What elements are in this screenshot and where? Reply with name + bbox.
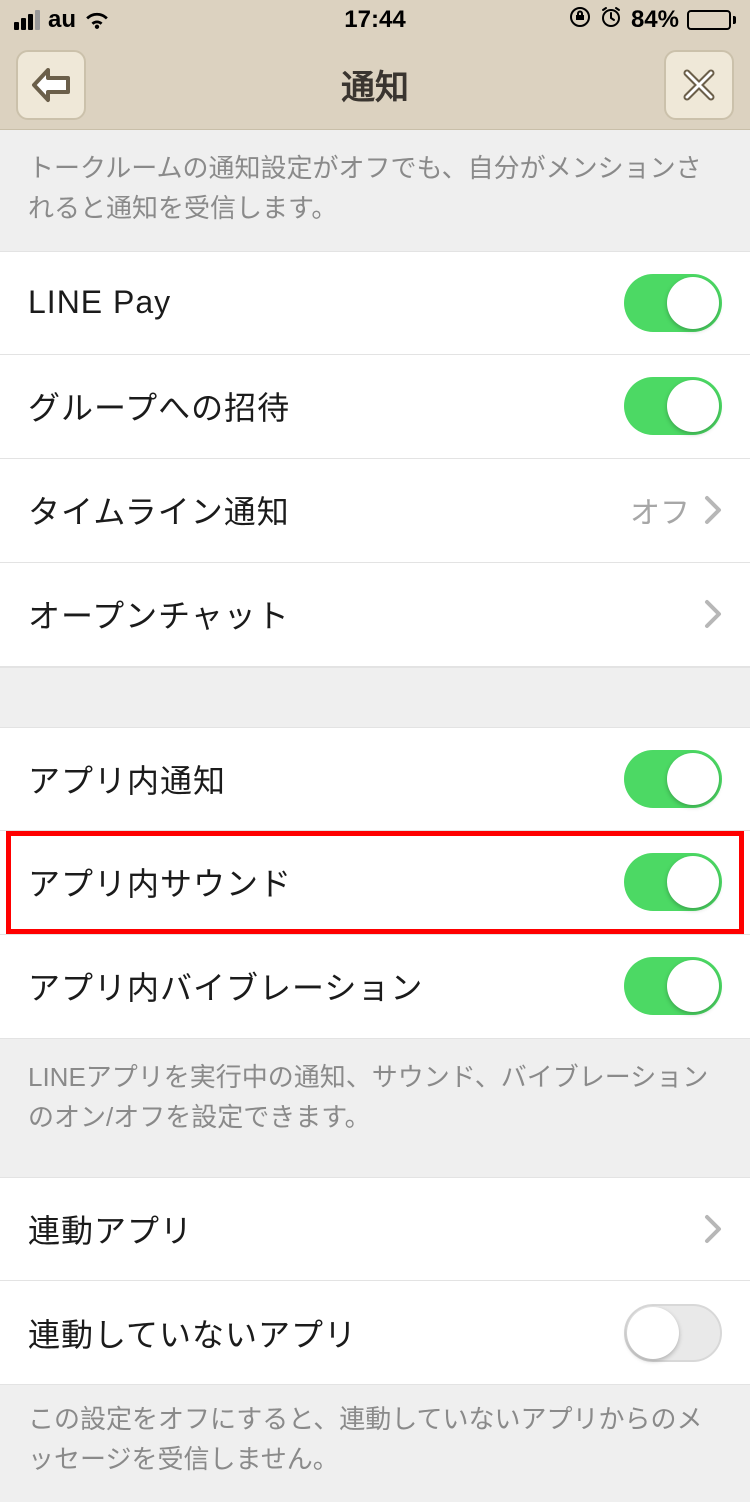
row-line-pay[interactable]: LINE Pay <box>0 251 750 355</box>
row-timeline[interactable]: タイムライン通知 オフ <box>0 459 750 563</box>
alarm-icon <box>599 5 623 36</box>
back-button[interactable] <box>16 50 86 120</box>
orientation-lock-icon <box>569 6 591 35</box>
toggle-unlinked-apps[interactable] <box>624 1304 722 1362</box>
row-label: アプリ内バイブレーション <box>28 963 423 1009</box>
row-label: オープンチャット <box>28 591 290 637</box>
row-label: タイムライン通知 <box>28 487 290 533</box>
row-linked-apps[interactable]: 連動アプリ <box>0 1177 750 1281</box>
wifi-icon <box>84 10 110 30</box>
settings-group-3: 連動アプリ 連動していないアプリ <box>0 1177 750 1385</box>
clock: 17:44 <box>344 6 405 34</box>
settings-group-1: LINE Pay グループへの招待 タイムライン通知 オフ オープンチャット <box>0 251 750 667</box>
section-desc: この設定をオフにすると、連動していないアプリからのメッセージを受信しません。 <box>0 1385 750 1502</box>
row-inapp-notif[interactable]: アプリ内通知 <box>0 727 750 831</box>
row-label: 連動していないアプリ <box>28 1310 357 1356</box>
chevron-right-icon <box>704 495 722 525</box>
row-value: オフ <box>630 488 690 532</box>
row-label: LINE Pay <box>28 284 171 321</box>
section-gap <box>0 1159 750 1177</box>
row-label: 連動アプリ <box>28 1206 193 1252</box>
row-openchat[interactable]: オープンチャット <box>0 563 750 667</box>
close-icon <box>681 67 717 103</box>
battery-pct: 84% <box>631 6 679 34</box>
settings-group-2: アプリ内通知 アプリ内サウンド アプリ内バイブレーション <box>0 727 750 1039</box>
section-desc: LINEアプリを実行中の通知、サウンド、バイブレーションのオン/オフを設定できま… <box>0 1039 750 1160</box>
section-gap <box>0 667 750 727</box>
row-unlinked-apps[interactable]: 連動していないアプリ <box>0 1281 750 1385</box>
chevron-right-icon <box>704 1214 722 1244</box>
toggle-inapp-notif[interactable] <box>624 750 722 808</box>
toggle-group-invite[interactable] <box>624 377 722 435</box>
toggle-inapp-sound[interactable] <box>624 853 722 911</box>
toggle-inapp-vibration[interactable] <box>624 957 722 1015</box>
page-title: 通知 <box>341 60 409 109</box>
row-group-invite[interactable]: グループへの招待 <box>0 355 750 459</box>
carrier-label: au <box>48 6 76 34</box>
row-label: アプリ内通知 <box>28 756 226 802</box>
toggle-line-pay[interactable] <box>624 274 722 332</box>
signal-icon <box>14 10 40 30</box>
chevron-right-icon <box>704 599 722 629</box>
close-button[interactable] <box>664 50 734 120</box>
back-arrow-icon <box>30 66 72 104</box>
section-desc: トークルームの通知設定がオフでも、自分がメンションされると通知を受信します。 <box>0 130 750 251</box>
nav-bar: 通知 <box>0 40 750 130</box>
row-label: アプリ内サウンド <box>28 859 292 905</box>
row-inapp-vibration[interactable]: アプリ内バイブレーション <box>0 935 750 1039</box>
battery-icon <box>687 10 736 30</box>
status-bar: au 17:44 84% <box>0 0 750 40</box>
row-label: グループへの招待 <box>28 383 290 429</box>
row-inapp-sound[interactable]: アプリ内サウンド <box>0 831 750 935</box>
